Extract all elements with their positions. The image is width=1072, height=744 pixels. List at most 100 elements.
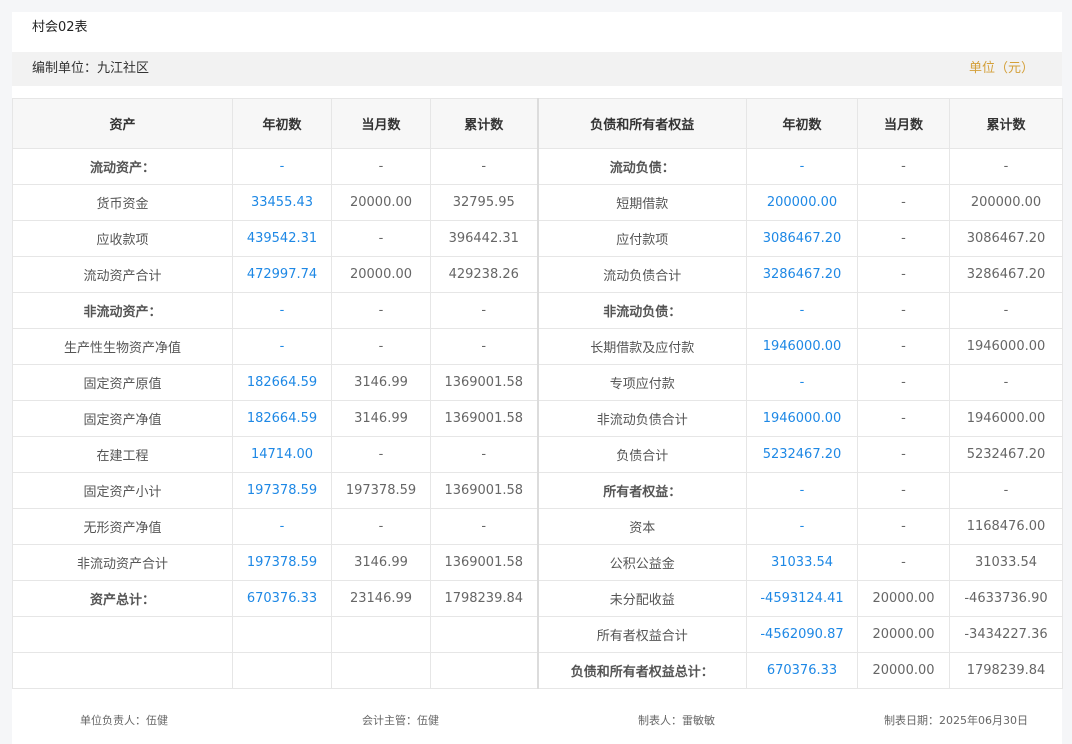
asset-cumulative-cell: 1369001.58 — [430, 544, 538, 581]
liab-month-cell: - — [857, 508, 950, 545]
asset-cumulative-cell: - — [430, 436, 538, 473]
table-row: 无形资产净值 - - - 资本 - -1168476.00 — [12, 508, 1063, 545]
asset-begin-cell: 197378.59 — [232, 472, 332, 509]
asset-cumulative-cell: 32795.95 — [430, 184, 538, 221]
asset-begin-cell: 14714.00 — [232, 436, 332, 473]
header-liab-begin: 年初数 — [746, 98, 858, 149]
table-row: 应收款项 439542.31-396442.31 应付款项 3086467.20-30… — [12, 220, 1063, 257]
asset-cumulative-cell — [430, 652, 538, 689]
asset-begin-cell: 472997.74 — [232, 256, 332, 293]
liab-month-cell: - — [857, 472, 950, 509]
unit-head: 单位负责人：伍健 — [80, 714, 168, 727]
unit-bar: 编制单位：九江社区 单位（元） — [12, 52, 1062, 86]
asset-begin-cell: 182664.59 — [232, 364, 332, 401]
liab-month-cell: 20000.00 — [857, 652, 950, 689]
asset-month-cell: 20000.00 — [331, 256, 431, 293]
table-row: 资产总计： 670376.33 23146.99 1798239.84 未分配收益 -45… — [12, 580, 1063, 617]
liab-name-cell: 长期借款及应付款 — [536, 328, 747, 365]
asset-month-cell — [331, 652, 431, 689]
liab-name-cell: 资本 — [536, 508, 747, 545]
asset-month-cell: - — [331, 328, 431, 365]
asset-name-cell: 固定资产净值 — [12, 400, 233, 437]
liab-name-cell: 公积公益金 — [536, 544, 747, 581]
liab-begin-cell: - — [746, 148, 858, 185]
header-assets-cumulative: 累计数 — [430, 98, 538, 149]
asset-cumulative-cell: - — [430, 508, 538, 545]
asset-begin-cell: 439542.31 — [232, 220, 332, 257]
liab-cumulative-cell: 200000.00 — [949, 184, 1063, 221]
table-row: 生产性生物资产净值 - - - 长期借款及应付款 1946000.00-1946000.0… — [12, 328, 1063, 365]
liab-cumulative-cell: 3286467.20 — [949, 256, 1063, 293]
asset-month-cell: 197378.59 — [331, 472, 431, 509]
liab-begin-cell: 3086467.20 — [746, 220, 858, 257]
currency-unit: 单位（元） — [968, 61, 1034, 76]
liab-cumulative-cell: - — [949, 364, 1063, 401]
liab-begin-cell: 31033.54 — [746, 544, 858, 581]
liab-cumulative-cell: 1946000.00 — [949, 400, 1063, 437]
asset-month-cell: 3146.99 — [331, 364, 431, 401]
asset-begin-cell: 670376.33 — [232, 580, 332, 617]
header-assets-month: 当月数 — [331, 98, 431, 149]
header-assets-begin: 年初数 — [232, 98, 332, 149]
asset-month-cell: 23146.99 — [331, 580, 431, 617]
balance-table: 资产 年初数 当月数 累计数 负债和所有者权益 年初数 当月数 累计数 流动资产… — [12, 98, 1063, 689]
asset-month-cell: 3146.99 — [331, 544, 431, 581]
header-liabilities: 负债和所有者权益 — [536, 98, 747, 149]
asset-name-cell — [12, 652, 233, 689]
asset-name-cell — [12, 616, 233, 653]
report-panel: 村会02表 编制单位：九江社区 单位（元） 资产 年初数 当月数 累计数 负债和… — [12, 12, 1063, 744]
liab-cumulative-cell: 5232467.20 — [949, 436, 1063, 473]
liab-cumulative-cell: 1946000.00 — [949, 328, 1063, 365]
asset-begin-cell: - — [232, 328, 332, 365]
liab-cumulative-cell: 1168476.00 — [949, 508, 1063, 545]
liab-begin-cell: 3286467.20 — [746, 256, 858, 293]
asset-begin-cell — [232, 652, 332, 689]
report-title: 村会02表 — [32, 20, 88, 35]
asset-begin-cell: 197378.59 — [232, 544, 332, 581]
liab-name-cell: 负债合计 — [536, 436, 747, 473]
signature-footer: 单位负责人：伍健 会计主管：伍健 制表人：雷敏敏 制表日期：2025年06月30… — [12, 712, 1062, 732]
asset-cumulative-cell: 429238.26 — [430, 256, 538, 293]
asset-name-cell: 流动资产： — [12, 148, 233, 185]
asset-cumulative-cell: 1369001.58 — [430, 472, 538, 509]
liab-month-cell: - — [857, 220, 950, 257]
header-liab-cumulative: 累计数 — [949, 98, 1063, 149]
liab-name-cell: 所有者权益： — [536, 472, 747, 509]
liab-name-cell: 所有者权益合计 — [536, 616, 747, 653]
asset-cumulative-cell — [430, 616, 538, 653]
liab-begin-cell: -4593124.41 — [746, 580, 858, 617]
liab-name-cell: 短期借款 — [536, 184, 747, 221]
preparer: 制表人：雷敏敏 — [638, 714, 715, 727]
asset-begin-cell: - — [232, 292, 332, 329]
liab-begin-cell: 670376.33 — [746, 652, 858, 689]
asset-month-cell: - — [331, 220, 431, 257]
table-row: 货币资金 33455.43 20000.00 32795.95 短期借款 200000.0… — [12, 184, 1063, 221]
table-row: 在建工程 14714.00- - 负债合计 5232467.20-5232467.20 — [12, 436, 1063, 473]
org-name: 九江社区 — [97, 61, 150, 76]
asset-month-cell: - — [331, 148, 431, 185]
asset-name-cell: 应收款项 — [12, 220, 233, 257]
liab-name-cell: 流动负债合计 — [536, 256, 747, 293]
asset-month-cell — [331, 616, 431, 653]
asset-cumulative-cell: 1369001.58 — [430, 364, 538, 401]
liab-name-cell: 流动负债： — [536, 148, 747, 185]
asset-name-cell: 非流动资产： — [12, 292, 233, 329]
liab-month-cell: 20000.00 — [857, 580, 950, 617]
asset-cumulative-cell: - — [430, 328, 538, 365]
liab-name-cell: 未分配收益 — [536, 580, 747, 617]
asset-cumulative-cell: 396442.31 — [430, 220, 538, 257]
liab-begin-cell: - — [746, 472, 858, 509]
asset-cumulative-cell: 1369001.58 — [430, 400, 538, 437]
asset-name-cell: 资产总计： — [12, 580, 233, 617]
asset-cumulative-cell: - — [430, 148, 538, 185]
liab-month-cell: - — [857, 400, 950, 437]
liab-month-cell: - — [857, 148, 950, 185]
asset-month-cell: 3146.99 — [331, 400, 431, 437]
asset-month-cell: - — [331, 508, 431, 545]
asset-name-cell: 流动资产合计 — [12, 256, 233, 293]
table-row: 流动资产合计 472997.74 20000.00 429238.26 流动负债合计 32… — [12, 256, 1063, 293]
liab-month-cell: - — [857, 436, 950, 473]
asset-name-cell: 固定资产小计 — [12, 472, 233, 509]
table-row: 负债和所有者权益总计： 670376.33 20000.00 1798239.84 — [12, 652, 1063, 689]
liab-cumulative-cell: 31033.54 — [949, 544, 1063, 581]
